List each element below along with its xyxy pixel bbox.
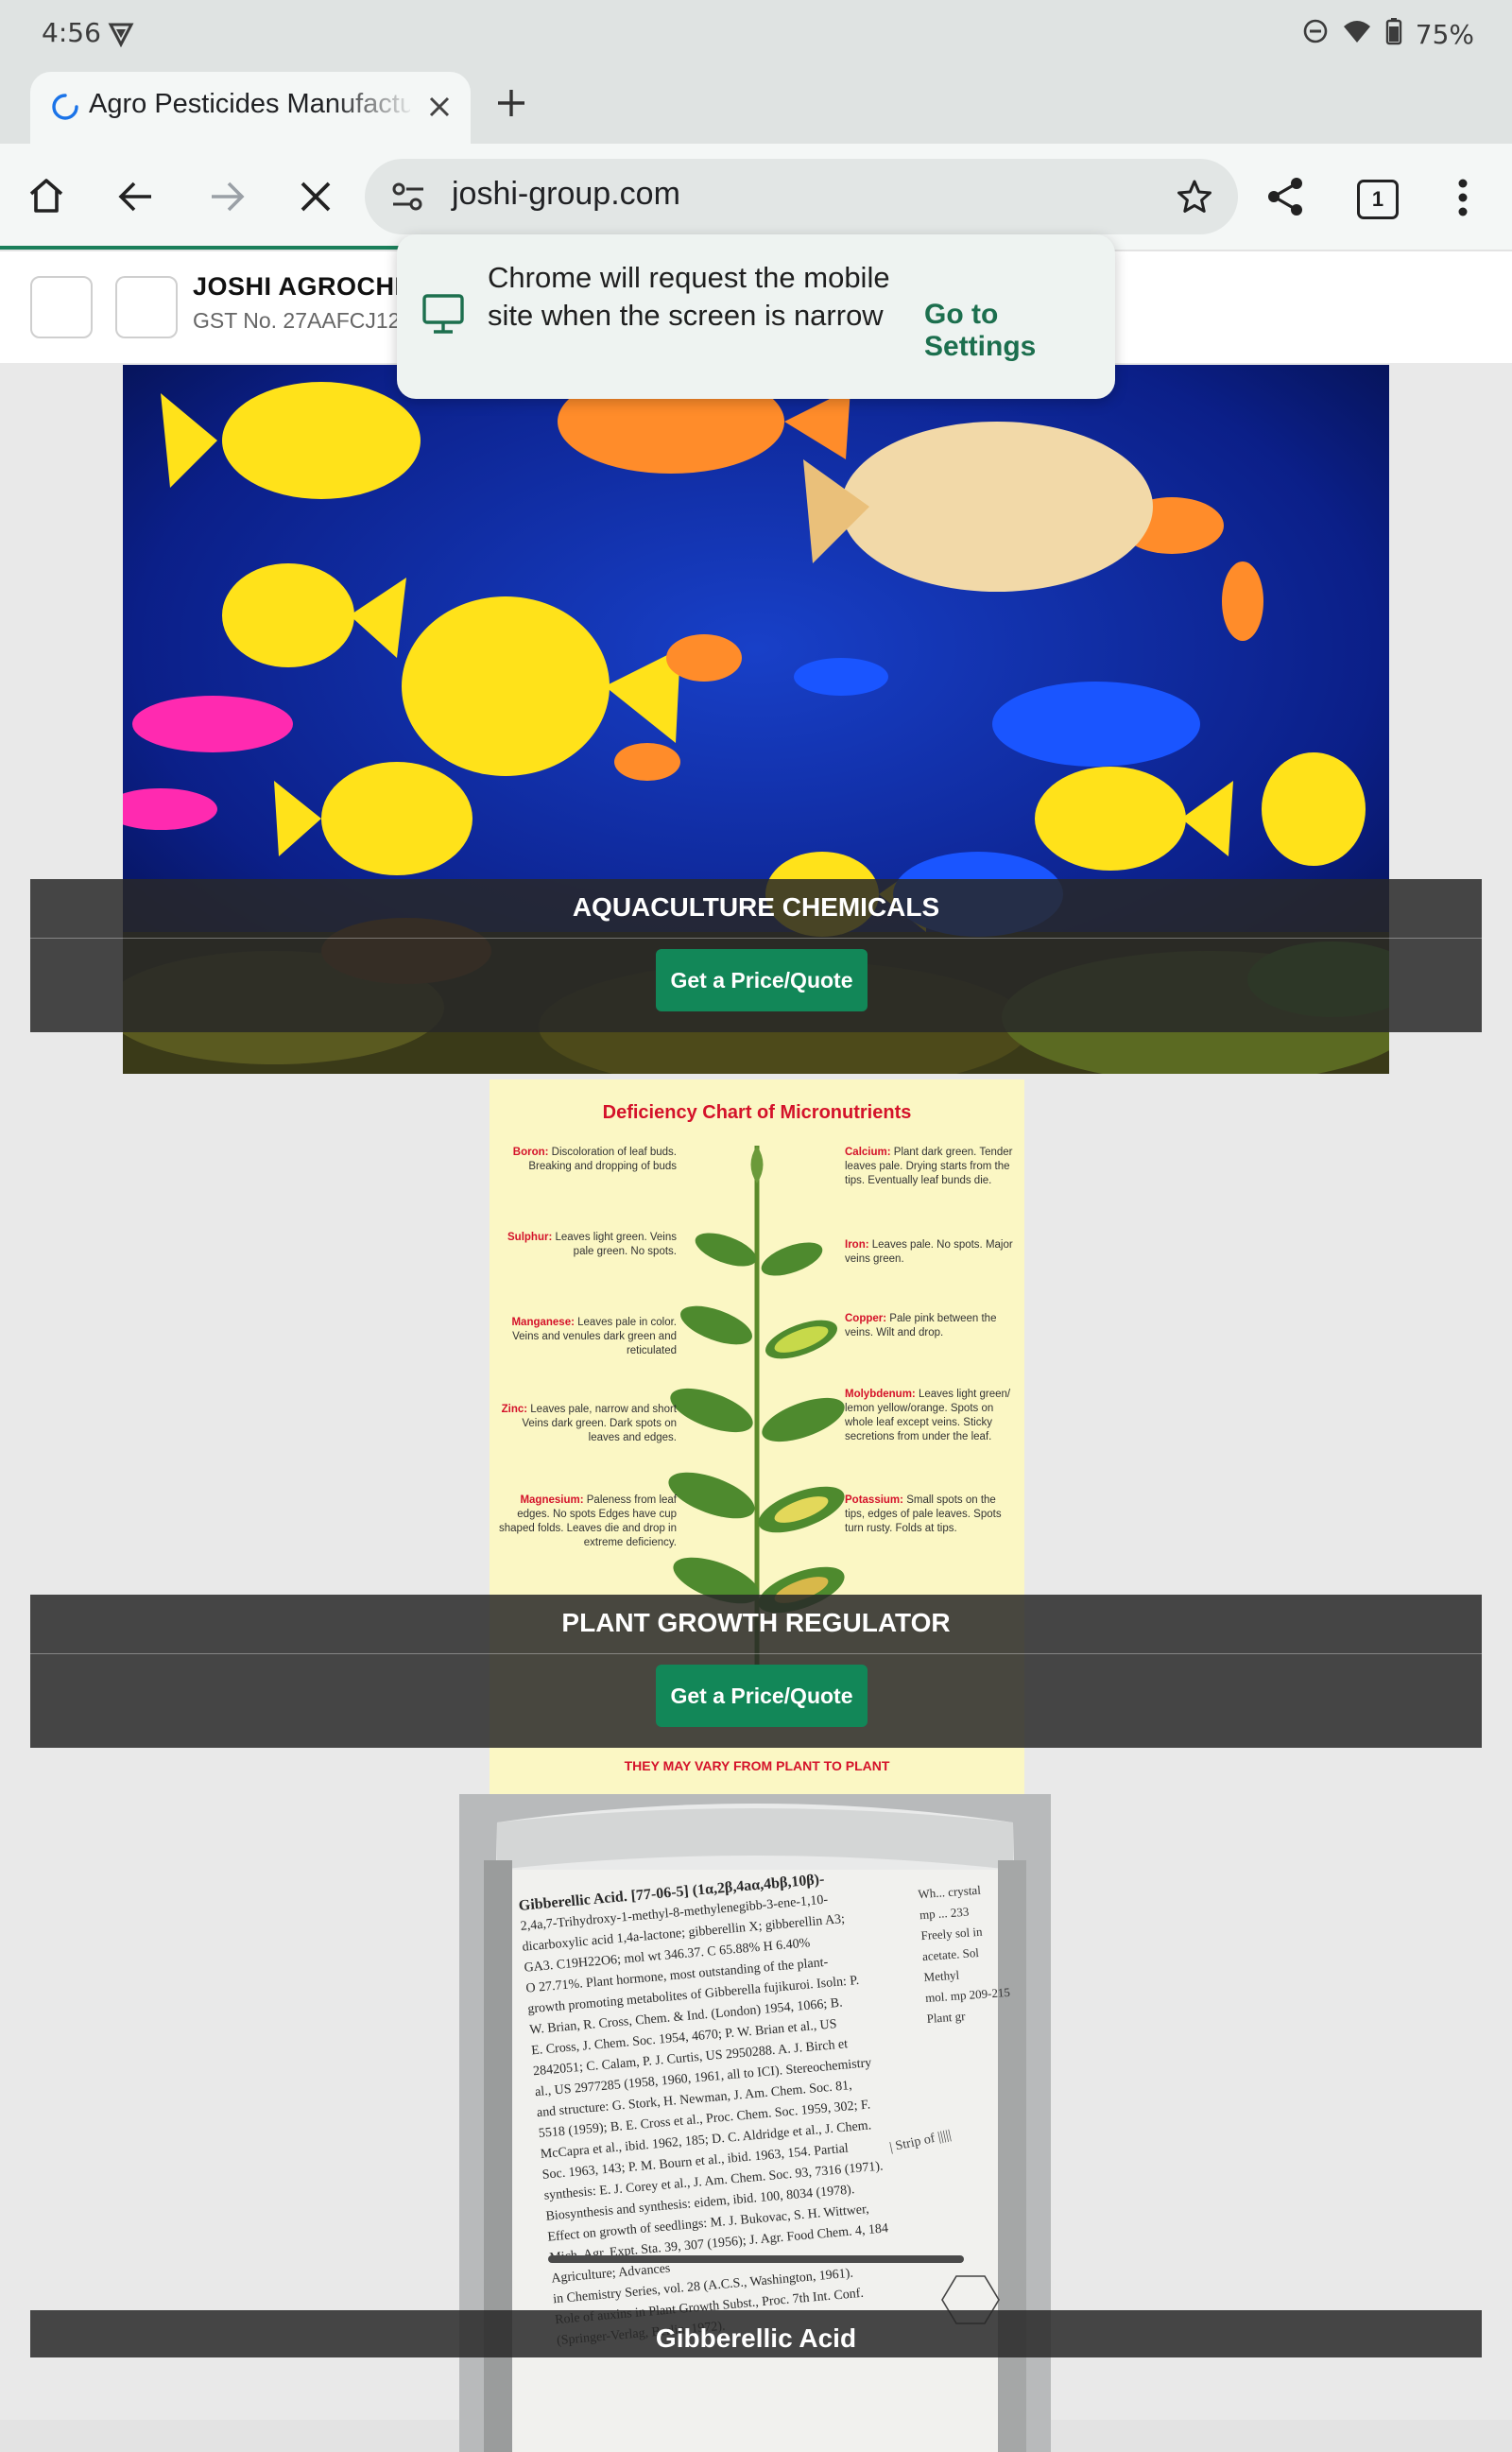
chart-right-item: Potassium: Small spots on the tips, edge… [845,1494,1015,1536]
bookmark-star-icon[interactable] [1176,178,1213,220]
tab-close-icon[interactable] [427,95,452,124]
chart-footer: THEY MAY VARY FROM PLANT TO PLANT [624,1758,890,1773]
chart-right-column: Calcium: Plant dark green. Tender leaves… [845,1146,1015,1536]
nutrient-name: Manganese: [511,1317,575,1328]
chart-right-item: Copper: Pale pink between the veins. Wil… [845,1312,1015,1388]
desktop-monitor-icon [421,293,465,339]
nutrient-name: Iron: [845,1239,869,1251]
url-text[interactable]: joshi-group.com [452,176,680,213]
label-side-text: Wh... crystal mp ... 233 Freely sol in a… [918,1878,1013,2029]
status-bar: 4:56 75% [0,0,1512,68]
web-page: JOSHI AGROCHE GST No. 27AAFCJ12 Deficien… [0,251,1512,2452]
gesture-navigation-bar[interactable] [548,2255,964,2263]
battery-icon [1385,17,1402,52]
tab-switcher-button[interactable]: 1 [1357,180,1399,219]
nutrient-name: Potassium: [845,1494,903,1506]
new-tab-plus-icon[interactable] [495,87,527,124]
wifi-icon [1342,18,1372,51]
gst-number: GST No. 27AAFCJ12 [193,308,401,333]
site-settings-icon[interactable] [391,181,425,216]
overlay-divider [30,1653,1482,1654]
status-time: 4:56 [42,17,101,48]
forward-arrow-icon[interactable] [208,178,246,220]
nutrient-name: Calcium: [845,1147,891,1158]
menu-button[interactable] [30,276,93,338]
get-quote-button[interactable]: Get a Price/Quote [656,949,868,1011]
popup-message: Chrome will request the mobile site when… [488,261,890,332]
nutrient-text: Leaves light green. Veins pale green. No… [555,1232,677,1257]
chart-heading: Deficiency Chart of Micronutrients [602,1102,912,1123]
nutrient-text: Leaves pale. No spots. Major veins green… [845,1239,1013,1265]
nutrient-name: Sulphur: [507,1232,553,1243]
chart-left-item: Zinc: Leaves pale, narrow and short Vein… [497,1403,677,1494]
stop-loading-icon[interactable] [299,180,333,218]
product-card-overlay: PLANT GROWTH REGULATOR Get a Price/Quote [30,1595,1482,1748]
vpn-shield-icon [108,21,134,52]
nutrient-name: Molybdenum: [845,1389,916,1400]
product-title[interactable]: AQUACULTURE CHEMICALS [30,892,1482,923]
address-bar[interactable]: joshi-group.com [365,159,1238,234]
plant-illustration [668,1146,845,1666]
tab-title-fade [333,79,418,127]
chart-left-column: Boron: Discoloration of leaf buds. Break… [497,1146,677,1550]
chart-right-item: Calcium: Plant dark green. Tender leaves… [845,1146,1015,1238]
chart-right-item: Molybdenum: Leaves light green/ lemon ye… [845,1388,1015,1494]
home-icon[interactable] [26,176,66,220]
back-arrow-icon[interactable] [117,178,155,220]
nutrient-name: Zinc: [501,1404,528,1415]
brand-name: JOSHI AGROCHE [193,272,413,301]
chart-left-item: Magnesium: Paleness from leaf edges. No … [497,1494,677,1550]
overlay-divider [30,938,1482,939]
do-not-disturb-icon [1302,18,1329,51]
nutrient-name: Boron: [512,1147,549,1158]
chart-left-item: Manganese: Leaves pale in color. Veins a… [497,1316,677,1403]
loading-spinner-icon [51,93,79,126]
nutrient-text: Leaves pale, narrow and short Veins dark… [522,1404,677,1443]
product-card-overlay: AQUACULTURE CHEMICALS Get a Price/Quote [30,879,1482,1032]
go-to-settings-link[interactable]: Go to Settings [924,299,1115,363]
status-right: 75% [1302,17,1474,52]
nutrient-name: Copper: [845,1313,887,1324]
product-card-overlay: Gibberellic Acid [30,2310,1482,2357]
chart-left-item: Sulphur: Leaves light green. Veins pale … [497,1231,677,1316]
chart-left-item: Boron: Discoloration of leaf buds. Break… [497,1146,677,1231]
tab-count: 1 [1371,187,1384,211]
site-logo[interactable] [115,276,178,338]
active-tab[interactable]: Agro Pesticides Manufactur [30,72,471,144]
product-title[interactable]: Gibberellic Acid [30,2323,1482,2354]
chart-right-item: Iron: Leaves pale. No spots. Major veins… [845,1238,1015,1312]
overflow-menu-icon[interactable] [1457,178,1469,222]
nutrient-text: Discoloration of leaf buds. Breaking and… [528,1147,677,1172]
product-title[interactable]: PLANT GROWTH REGULATOR [30,1608,1482,1638]
tab-strip: Agro Pesticides Manufactur [0,68,1512,144]
mobile-site-popup: Chrome will request the mobile site when… [397,234,1115,399]
get-quote-button[interactable]: Get a Price/Quote [656,1665,868,1727]
share-icon[interactable] [1264,176,1306,222]
nutrient-name: Magnesium: [520,1494,584,1506]
page-load-progress [0,246,416,250]
battery-percent: 75% [1415,19,1474,50]
